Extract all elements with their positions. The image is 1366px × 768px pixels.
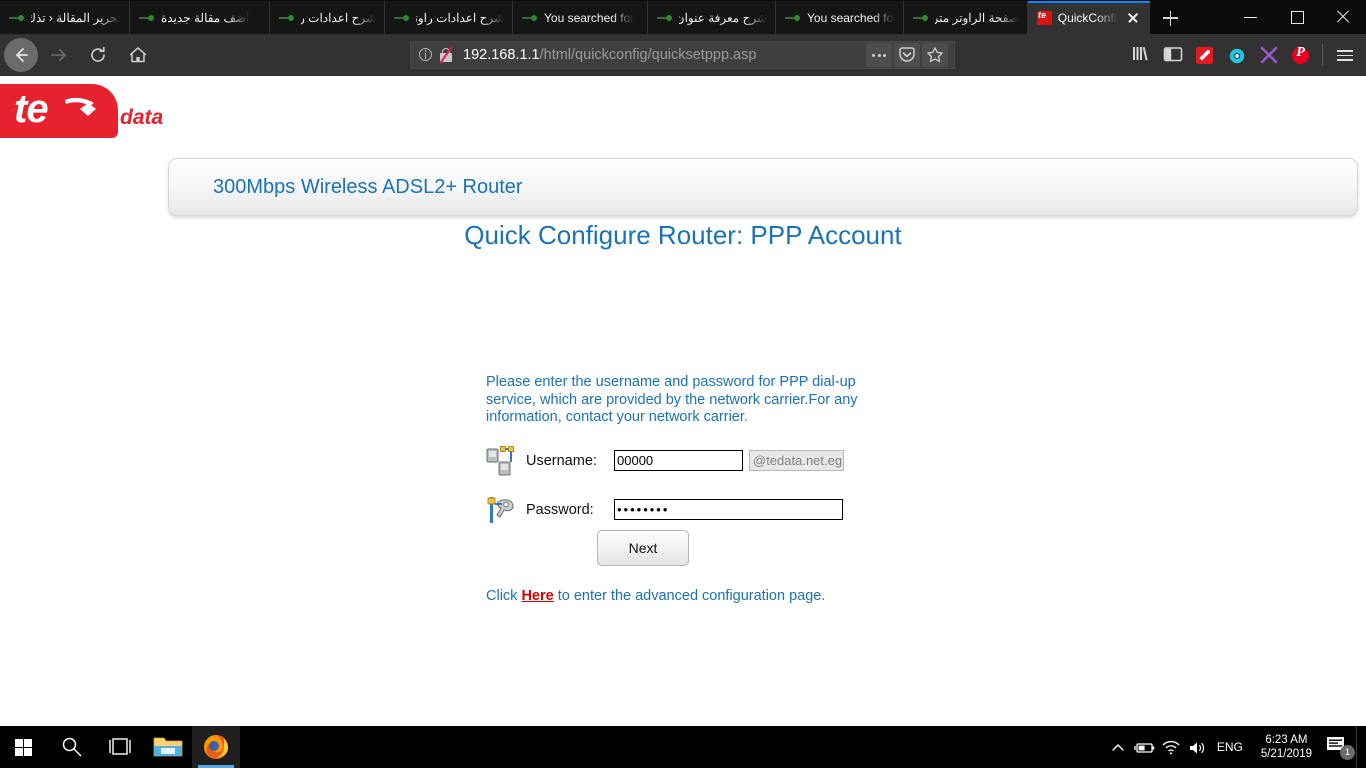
close-tab-icon[interactable] (1124, 9, 1142, 27)
browser-chrome: تحرير المقالة ‹ تذك أضف مقالة جديدة شرح … (0, 0, 1366, 76)
app-menu-icon[interactable] (1328, 38, 1362, 72)
advanced-config-link[interactable]: Here (521, 588, 553, 604)
username-row: Username: @tedata.net.eg (486, 445, 906, 476)
browser-tab[interactable]: أضف مقالة جديدة (130, 1, 270, 34)
tab-title: QuickConfig (1057, 10, 1118, 25)
tab-title: أضف مقالة جديدة (161, 10, 250, 25)
bookmark-dot-icon (279, 10, 295, 26)
wifi-icon[interactable] (1157, 726, 1183, 768)
page-actions-ellipsis-icon[interactable] (866, 43, 892, 67)
tab-title: You searched for (544, 10, 635, 25)
browser-tab[interactable]: تحرير المقالة ‹ تذك (0, 1, 130, 34)
battery-icon[interactable] (1131, 726, 1157, 768)
windows-taskbar: ENG 6:23 AM 5/21/2019 1 (0, 726, 1366, 768)
tedata-logo: te data (0, 84, 163, 138)
tab-title: شرح معرفة عنوان (679, 10, 767, 25)
extension-x-icon[interactable] (1253, 38, 1285, 72)
broken-lock-icon[interactable] (437, 46, 457, 64)
pocket-icon[interactable] (894, 43, 920, 67)
browser-tab[interactable]: شرح اعدادات راوتر (270, 1, 385, 34)
password-input[interactable] (614, 499, 843, 520)
info-icon[interactable] (417, 46, 435, 64)
bookmark-dot-icon (785, 10, 801, 26)
ppp-account-form: Please enter the username and password f… (486, 374, 906, 604)
bookmark-dot-icon (657, 10, 673, 26)
key-wrench-icon (486, 495, 520, 525)
windows-start-icon[interactable] (0, 726, 48, 768)
advanced-prefix: Click (486, 588, 522, 604)
firefox-icon[interactable] (192, 726, 240, 768)
logo-te-text: te (14, 87, 49, 131)
search-icon[interactable] (48, 726, 96, 768)
task-view-icon[interactable] (96, 726, 144, 768)
toolbar-divider (1322, 44, 1323, 66)
password-row: Password: (486, 495, 906, 525)
router-web-page: te data 300Mbps Wireless ADSL2+ Router Q… (0, 76, 1366, 726)
bookmark-star-icon[interactable] (922, 43, 948, 67)
address-bar[interactable]: 192.168.1.1/html/quickconfig/quicksetppp… (410, 41, 955, 69)
home-button[interactable] (118, 38, 158, 72)
forward-button[interactable] (38, 38, 78, 72)
username-label: Username: (526, 452, 597, 469)
advanced-suffix: to enter the advanced configuration page… (553, 588, 826, 604)
file-explorer-icon[interactable] (144, 726, 192, 768)
username-input[interactable] (614, 450, 743, 471)
extension-gear-icon[interactable] (1221, 38, 1253, 72)
library-icon[interactable] (1125, 38, 1157, 72)
tab-title: You searched for (807, 10, 895, 25)
clock[interactable]: 6:23 AM 5/21/2019 (1251, 733, 1322, 761)
tab-title: تحرير المقالة ‹ تذك (31, 10, 121, 25)
form-instructions: Please enter the username and password f… (486, 374, 858, 425)
bookmark-dot-icon (522, 10, 538, 26)
new-tab-button[interactable] (1150, 1, 1190, 34)
bookmark-dot-icon (9, 10, 25, 26)
clock-time: 6:23 AM (1265, 734, 1308, 746)
language-indicator[interactable]: ENG (1209, 740, 1251, 754)
show-hidden-icons-icon[interactable] (1105, 726, 1131, 768)
bookmark-dot-icon (139, 10, 155, 26)
clock-date: 5/21/2019 (1260, 748, 1312, 760)
volume-icon[interactable] (1183, 726, 1209, 768)
browser-tab[interactable]: You searched for (513, 1, 648, 34)
reload-button[interactable] (78, 38, 118, 72)
logo-data-text: data (120, 106, 164, 129)
extension-wand-icon[interactable] (1189, 38, 1221, 72)
window-controls (1228, 0, 1366, 33)
advanced-config-line: Click Here to enter the advanced configu… (486, 588, 825, 604)
tab-title: صفحة الراوتر متر (935, 10, 1019, 25)
browser-tab[interactable]: شرح معرفة عنوان (648, 1, 776, 34)
browser-tab-active[interactable]: QuickConfig (1028, 1, 1150, 34)
browser-tab[interactable]: صفحة الراوتر متر (904, 1, 1028, 34)
url-text: 192.168.1.1/html/quickconfig/quicksetppp… (463, 47, 757, 63)
close-window-button[interactable] (1320, 0, 1366, 33)
logo-swoosh-icon (65, 97, 96, 116)
bookmark-dot-icon (394, 10, 410, 26)
page-content: Quick Configure Router: PPP Account Plea… (0, 140, 1366, 604)
system-tray: ENG 6:23 AM 5/21/2019 1 (1105, 726, 1366, 768)
bookmark-dot-icon (913, 10, 929, 26)
browser-toolbar-extensions: P (1125, 38, 1366, 72)
navigation-toolbar: 192.168.1.1/html/quickconfig/quicksetppp… (0, 34, 1366, 76)
tab-strip: تحرير المقالة ‹ تذك أضف مقالة جديدة شرح … (0, 0, 1366, 34)
show-desktop-button[interactable] (1356, 726, 1364, 768)
maximize-window-button[interactable] (1274, 0, 1320, 33)
browser-tab[interactable]: You searched for (776, 1, 904, 34)
notification-badge: 1 (1340, 745, 1355, 760)
network-computers-icon (486, 445, 520, 476)
tab-title: شرح اعدادات راوتر (416, 10, 504, 25)
username-domain-suffix: @tedata.net.eg (749, 450, 844, 471)
browser-tab[interactable]: شرح اعدادات راوتر (385, 1, 513, 34)
minimize-window-button[interactable] (1228, 0, 1274, 33)
password-label: Password: (526, 501, 594, 518)
back-button[interactable] (4, 38, 38, 72)
action-center-icon[interactable]: 1 (1322, 726, 1356, 768)
sidebar-icon[interactable] (1157, 38, 1189, 72)
pinterest-icon[interactable]: P (1285, 38, 1317, 72)
next-button[interactable]: Next (597, 530, 689, 566)
tedata-favicon (1037, 10, 1052, 25)
page-title: Quick Configure Router: PPP Account (464, 220, 902, 250)
tab-title: شرح اعدادات راوتر (301, 10, 376, 25)
